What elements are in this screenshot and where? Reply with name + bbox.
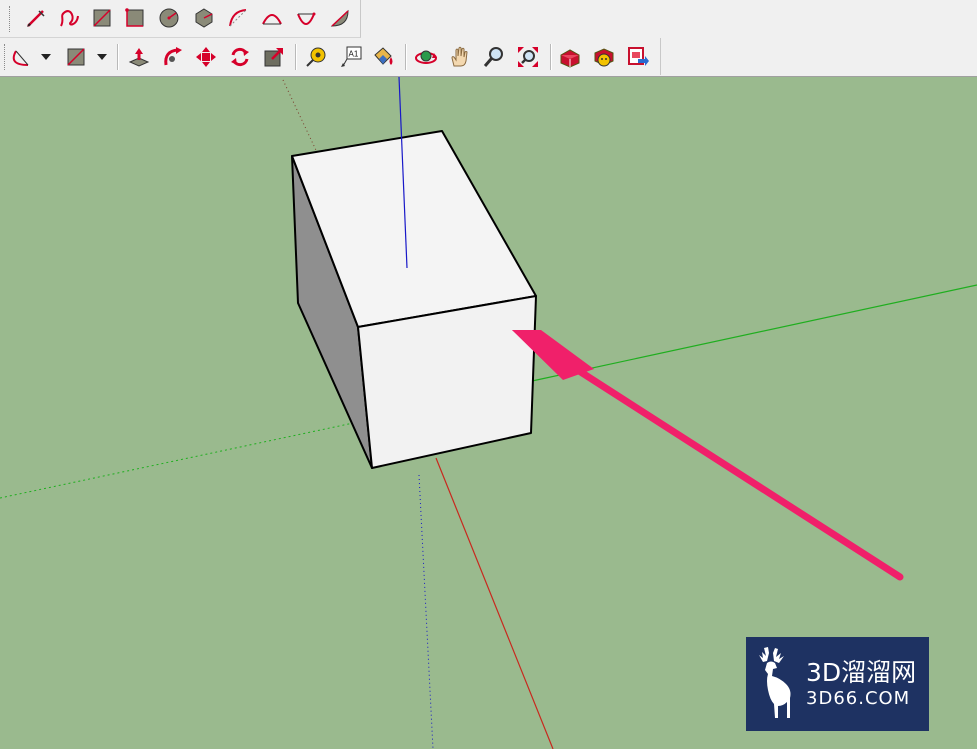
paint-bucket-icon: [374, 47, 393, 65]
follow-me-icon: [164, 47, 182, 66]
rectangle-icon: [67, 48, 85, 66]
two-point-arc-icon: [262, 14, 282, 25]
toolbar-separator: [550, 44, 552, 70]
watermark-subtitle: 3D66.COM: [806, 688, 911, 709]
pencil-icon: [27, 10, 45, 27]
green-axis: [531, 284, 977, 382]
extension-warehouse-button[interactable]: [590, 43, 618, 71]
annotation-arrow-shaft: [544, 347, 904, 581]
arc-tool-button[interactable]: [224, 4, 252, 32]
arc-icon: [12, 50, 29, 66]
toolbar-separator: [295, 44, 297, 70]
rotated-rectangle-tool-button[interactable]: [121, 4, 149, 32]
push-pull-icon: [128, 48, 150, 67]
green-axis-hidden: [0, 421, 359, 499]
arc-dropdown-button[interactable]: [8, 43, 36, 71]
zoom-tool-button[interactable]: [480, 43, 508, 71]
drawing-toolbar: [0, 0, 361, 38]
tape-measure-icon: [306, 47, 326, 67]
rectangle-tool-button[interactable]: [88, 4, 116, 32]
pan-tool-button[interactable]: [446, 43, 474, 71]
pie-tool-button[interactable]: [326, 4, 354, 32]
box-front-face[interactable]: [357, 295, 537, 469]
shapes-dropdown-arrow[interactable]: [96, 43, 108, 71]
text-tool-label: A1: [349, 50, 359, 59]
line-tool-button[interactable]: [22, 4, 50, 32]
tape-measure-tool-button[interactable]: [302, 43, 330, 71]
watermark-title: 3D溜溜网: [806, 658, 917, 687]
chevron-down-icon: [41, 54, 51, 60]
orbit-icon: [415, 50, 437, 64]
main-toolbar: A1: [0, 38, 661, 75]
share-icon: [628, 47, 649, 66]
circle-tool-button[interactable]: [155, 4, 183, 32]
toolbar-separator: [405, 44, 407, 70]
polygon-icon: [195, 8, 213, 28]
watermark-text: 3D溜溜网 3D66.COM: [806, 658, 916, 710]
3d-warehouse-button[interactable]: [556, 43, 584, 71]
zoom-extents-icon: [518, 47, 538, 67]
toolbar-grip[interactable]: [9, 6, 12, 32]
red-axis: [435, 457, 554, 749]
three-point-arc-tool-button[interactable]: [292, 4, 320, 32]
arc-icon: [229, 9, 247, 27]
arc-dropdown-arrow[interactable]: [40, 43, 52, 71]
toolbar-grip[interactable]: [4, 44, 7, 70]
warehouse-icon: [560, 49, 580, 68]
three-point-arc-icon: [297, 12, 316, 25]
orbit-tool-button[interactable]: [412, 43, 440, 71]
follow-me-tool-button[interactable]: [158, 43, 186, 71]
toolbar-separator: [117, 44, 119, 70]
extension-icon: [594, 48, 614, 67]
pie-icon: [330, 9, 349, 27]
rotate-icon: [231, 47, 249, 67]
rotate-tool-button[interactable]: [226, 43, 254, 71]
rotated-rectangle-icon: [125, 8, 144, 27]
scale-tool-button[interactable]: [260, 43, 288, 71]
move-tool-button[interactable]: [192, 43, 220, 71]
circle-icon: [159, 8, 179, 28]
freehand-tool-button[interactable]: [55, 4, 83, 32]
rectangle-icon: [93, 9, 111, 27]
two-point-arc-tool-button[interactable]: [258, 4, 286, 32]
toolbar-area: A1: [0, 0, 977, 77]
magnifier-icon: [483, 47, 503, 67]
move-icon: [196, 47, 216, 67]
blue-axis-hidden: [418, 474, 434, 749]
watermark-badge: 3D溜溜网 3D66.COM: [746, 637, 929, 731]
deer-logo-icon: [759, 647, 791, 718]
scale-icon: [264, 48, 283, 67]
chevron-down-icon: [97, 54, 107, 60]
share-model-button[interactable]: [624, 43, 652, 71]
freehand-icon: [60, 10, 79, 27]
hand-icon: [451, 46, 468, 67]
text-label-icon: A1: [341, 46, 362, 67]
push-pull-tool-button[interactable]: [125, 43, 153, 71]
polygon-tool-button[interactable]: [190, 4, 218, 32]
paint-bucket-tool-button[interactable]: [369, 43, 397, 71]
text-tool-button[interactable]: A1: [336, 43, 364, 71]
shapes-dropdown-button[interactable]: [62, 43, 90, 71]
zoom-extents-tool-button[interactable]: [514, 43, 542, 71]
